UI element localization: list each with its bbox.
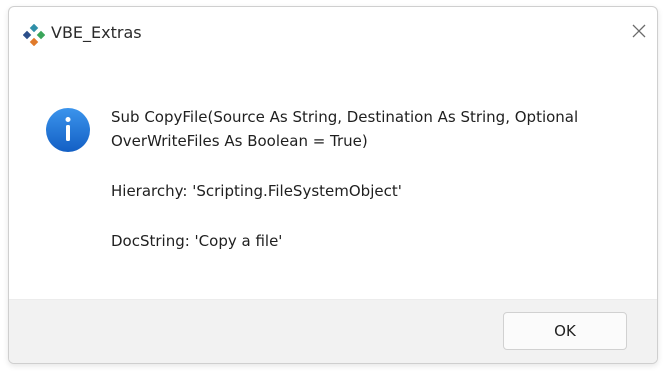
signature-line-1: Sub CopyFile(Source As String, Destinati… [111,108,579,126]
vbe-extras-app-icon [23,24,45,46]
message-dialog: VBE_Extras Sub CopyFile(Source As String… [8,6,658,364]
docstring-text: DocString: 'Copy a file' [111,232,283,250]
ok-button[interactable]: OK [503,312,627,350]
window-title: VBE_Extras [51,23,142,42]
close-icon[interactable] [631,23,647,39]
message-text: Sub CopyFile(Source As String, Destinati… [111,105,631,253]
hierarchy-text: Hierarchy: 'Scripting.FileSystemObject' [111,182,402,200]
button-bar: OK [9,299,657,363]
signature-line-2: OverWriteFiles As Boolean = True) [111,132,368,150]
title-bar[interactable]: VBE_Extras [9,7,657,59]
info-icon [46,108,90,152]
